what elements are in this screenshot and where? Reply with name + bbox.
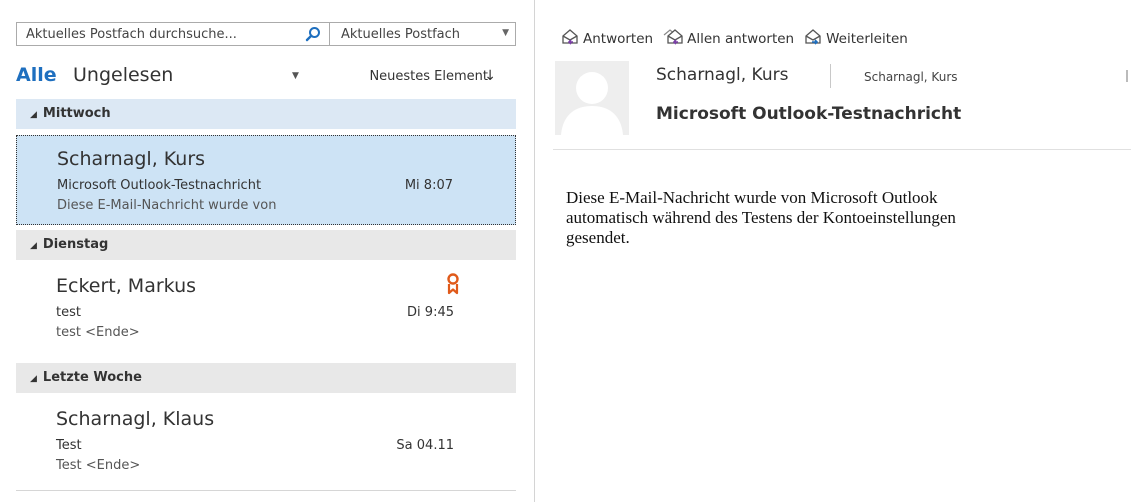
mail-subject: test [56,305,81,320]
filter-all-tab[interactable]: Alle [16,64,57,86]
search-input[interactable]: Aktuelles Postfach durchsuche... [17,23,330,45]
group-header-letzte-woche[interactable]: ◢ Letzte Woche [16,363,516,393]
collapse-triangle-icon: ◢ [30,110,37,120]
group-header-dienstag[interactable]: ◢ Dienstag [16,230,516,260]
sort-button[interactable]: Neuestes Element [369,69,488,84]
mail-date: Sa 04.11 [396,438,454,453]
reply-button[interactable]: Antworten [561,28,653,50]
reply-all-button[interactable]: Allen antworten [663,28,794,50]
search-scope-label: Aktuelles Postfach [341,26,461,42]
reading-sender-address[interactable]: Scharnagl, Kurs [864,70,958,84]
mail-item[interactable]: Eckert, Markus test test <Ende> Di 9:45 [16,263,516,353]
group-header-mittwoch[interactable]: ◢ Mittwoch [16,99,516,129]
mail-date: Di 9:45 [407,305,454,320]
filter-unread-tab[interactable]: Ungelesen [73,64,173,86]
mail-item[interactable]: Scharnagl, Klaus Test Test <Ende> Sa 04.… [16,396,516,486]
person-icon [561,72,623,135]
mail-subject: Test [56,438,82,453]
reading-subject: Microsoft Outlook-Testnachricht [656,104,962,124]
message-body: Diese E-Mail-Nachricht wurde von Microso… [566,188,956,247]
group-label: Letzte Woche [42,370,142,385]
group-label: Mittwoch [42,106,111,121]
search-bar: Aktuelles Postfach durchsuche... Aktuell… [16,22,516,46]
sort-direction-icon[interactable]: ↓ [484,68,496,84]
collapse-triangle-icon: ◢ [30,241,37,251]
collapse-triangle-icon: ◢ [30,374,37,384]
filter-bar: Alle Ungelesen ▼ Neuestes Element ↓ [16,64,516,90]
mail-preview: test <Ende> [56,325,140,340]
header-edge-mark [1126,70,1128,82]
search-input-text: Aktuelles Postfach durchsuche... [26,26,237,42]
reply-label: Antworten [583,31,654,47]
forward-label: Weiterleiten [826,31,908,47]
mail-sender: Scharnagl, Klaus [56,408,215,430]
reading-toolbar: Antworten Allen antworten Weiterleiten [561,28,918,50]
group-label: Dienstag [42,237,109,252]
mail-preview: Diese E-Mail-Nachricht wurde von [57,198,277,213]
mail-subject: Microsoft Outlook-Testnachricht [57,178,262,193]
filter-dropdown-icon[interactable]: ▼ [292,71,299,81]
mail-item[interactable]: Scharnagl, Kurs Microsoft Outlook-Testna… [16,135,516,225]
mail-sender: Eckert, Markus [56,275,197,297]
mail-sender: Scharnagl, Kurs [57,148,206,170]
reply-icon [561,28,583,50]
chevron-down-icon: ▼ [502,28,509,38]
list-divider [16,490,516,491]
reply-all-icon [663,28,687,50]
mail-date: Mi 8:07 [404,178,453,193]
award-ribbon-icon [446,273,460,299]
sender-avatar [555,61,629,135]
header-divider [553,149,1131,150]
mail-preview: Test <Ende> [56,458,141,473]
search-scope-dropdown[interactable]: Aktuelles Postfach ▼ [330,23,515,45]
header-separator [830,64,831,88]
pane-divider[interactable] [534,0,535,502]
forward-button[interactable]: Weiterleiten [804,28,908,50]
forward-icon [804,28,826,50]
search-icon[interactable] [305,26,321,46]
reply-all-label: Allen antworten [687,31,795,47]
message-list-pane: Aktuelles Postfach durchsuche... Aktuell… [0,0,534,502]
reading-sender-name[interactable]: Scharnagl, Kurs [656,65,788,85]
